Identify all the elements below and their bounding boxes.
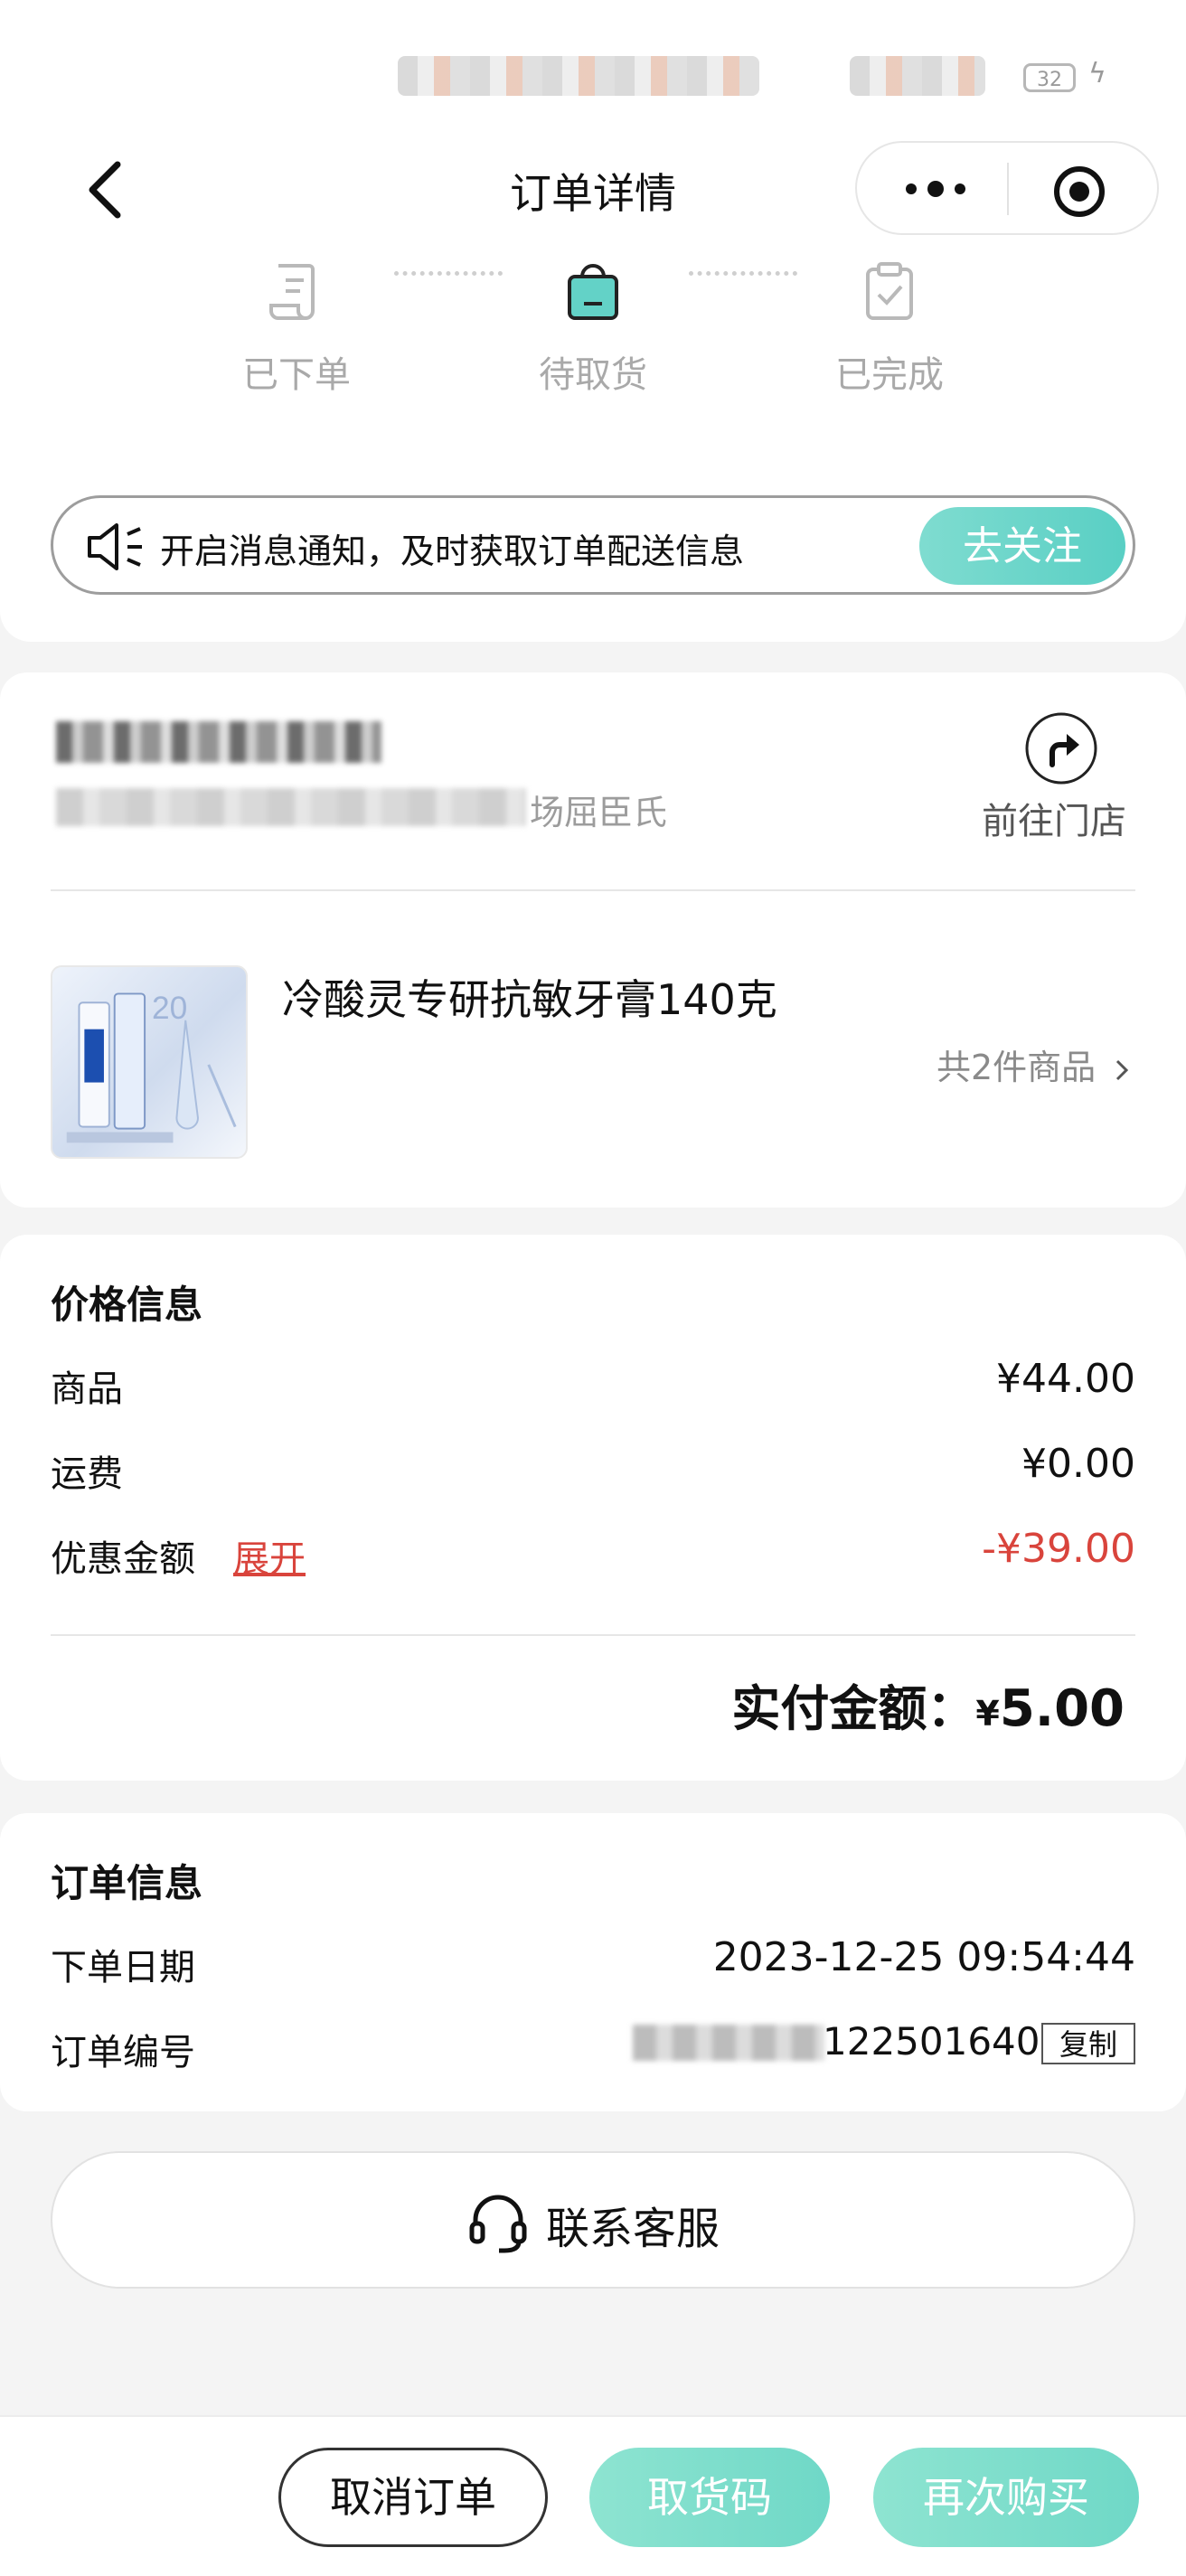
- step-label: 已下单: [242, 354, 351, 396]
- step-connector: [689, 271, 797, 285]
- order-number-blurred: [633, 2025, 824, 2061]
- headset-icon: [469, 2195, 527, 2253]
- shopping-bag-icon: [568, 264, 618, 320]
- image-badge: 20: [152, 991, 187, 1026]
- status-signal-blurred: [850, 56, 985, 96]
- status-bar-blurred: [398, 56, 759, 96]
- chevron-right-icon: [1116, 1059, 1129, 1080]
- toothpaste-product-picture: 20: [66, 991, 237, 1143]
- receipt-icon: [269, 264, 315, 320]
- step-connector: [394, 271, 503, 285]
- divider: [51, 889, 1135, 891]
- goods-value: ¥44.00: [996, 1356, 1135, 1402]
- goods-label: 商品: [51, 1368, 123, 1410]
- product-name: 冷酸灵专研抗敏牙膏140克: [282, 975, 777, 1024]
- step-completed: 已完成: [799, 260, 980, 398]
- total-value: 5.00: [999, 1679, 1125, 1738]
- step-label: 待取货: [539, 354, 647, 396]
- price-section-title: 价格信息: [51, 1283, 203, 1327]
- more-icon[interactable]: [895, 166, 976, 212]
- order-date-value: 2023-12-25 09:54:44: [712, 1934, 1135, 1980]
- order-number-label: 订单编号: [51, 2032, 195, 2073]
- total-row: 实付金额：¥5.00: [731, 1669, 1125, 1740]
- follow-button[interactable]: 去关注: [919, 507, 1125, 585]
- capsule-divider: [1007, 163, 1009, 215]
- notification-banner: 开启消息通知，及时获取订单配送信息 去关注: [51, 495, 1135, 595]
- speaker-icon: [88, 523, 142, 570]
- cancel-order-button[interactable]: 取消订单: [278, 2448, 548, 2547]
- clipboard-check-icon: [866, 262, 913, 320]
- buy-again-button[interactable]: 再次购买: [873, 2448, 1139, 2547]
- contact-service-button[interactable]: 联系客服: [51, 2151, 1135, 2289]
- product-image[interactable]: 20: [51, 965, 248, 1159]
- store-name-blurred: [56, 721, 381, 763]
- step-awaiting-pickup: 待取货: [503, 260, 683, 398]
- store-address-blurred: [56, 788, 526, 826]
- mini-program-capsule: [855, 141, 1159, 235]
- go-to-store-link[interactable]: 前往门店: [982, 792, 1126, 844]
- store-address-tail: 场屈臣氏: [530, 793, 668, 832]
- order-section-title: 订单信息: [51, 1861, 203, 1905]
- item-count-label: 共2件商品: [937, 1048, 1097, 1087]
- copy-order-number-button[interactable]: 复制: [1041, 2023, 1135, 2064]
- order-number-value: 1225016405: [823, 2019, 1065, 2064]
- discount-label: 优惠金额: [51, 1538, 195, 1580]
- close-target-icon[interactable]: [1052, 165, 1106, 219]
- total-currency: ¥: [975, 1694, 1000, 1734]
- shipping-label: 运费: [51, 1453, 123, 1495]
- notification-text: 开启消息通知，及时获取订单配送信息: [160, 531, 745, 571]
- divider: [51, 1634, 1135, 1636]
- discount-value: -¥39.00: [982, 1526, 1135, 1572]
- expand-link[interactable]: 展开: [233, 1529, 306, 1582]
- item-count-link[interactable]: 共2件商品: [937, 1039, 1132, 1089]
- step-ordered: 已下单: [206, 260, 387, 398]
- shipping-value: ¥0.00: [1021, 1441, 1135, 1487]
- step-label: 已完成: [835, 354, 944, 396]
- navigation-icon[interactable]: [1023, 710, 1099, 786]
- contact-service-label: 联系客服: [546, 2204, 720, 2254]
- total-label: 实付金额：: [731, 1680, 976, 1737]
- order-date-label: 下单日期: [51, 1947, 195, 1988]
- charging-icon: ϟ: [1088, 58, 1106, 89]
- pickup-code-button[interactable]: 取货码: [589, 2448, 830, 2547]
- battery-icon: 32: [1023, 63, 1076, 92]
